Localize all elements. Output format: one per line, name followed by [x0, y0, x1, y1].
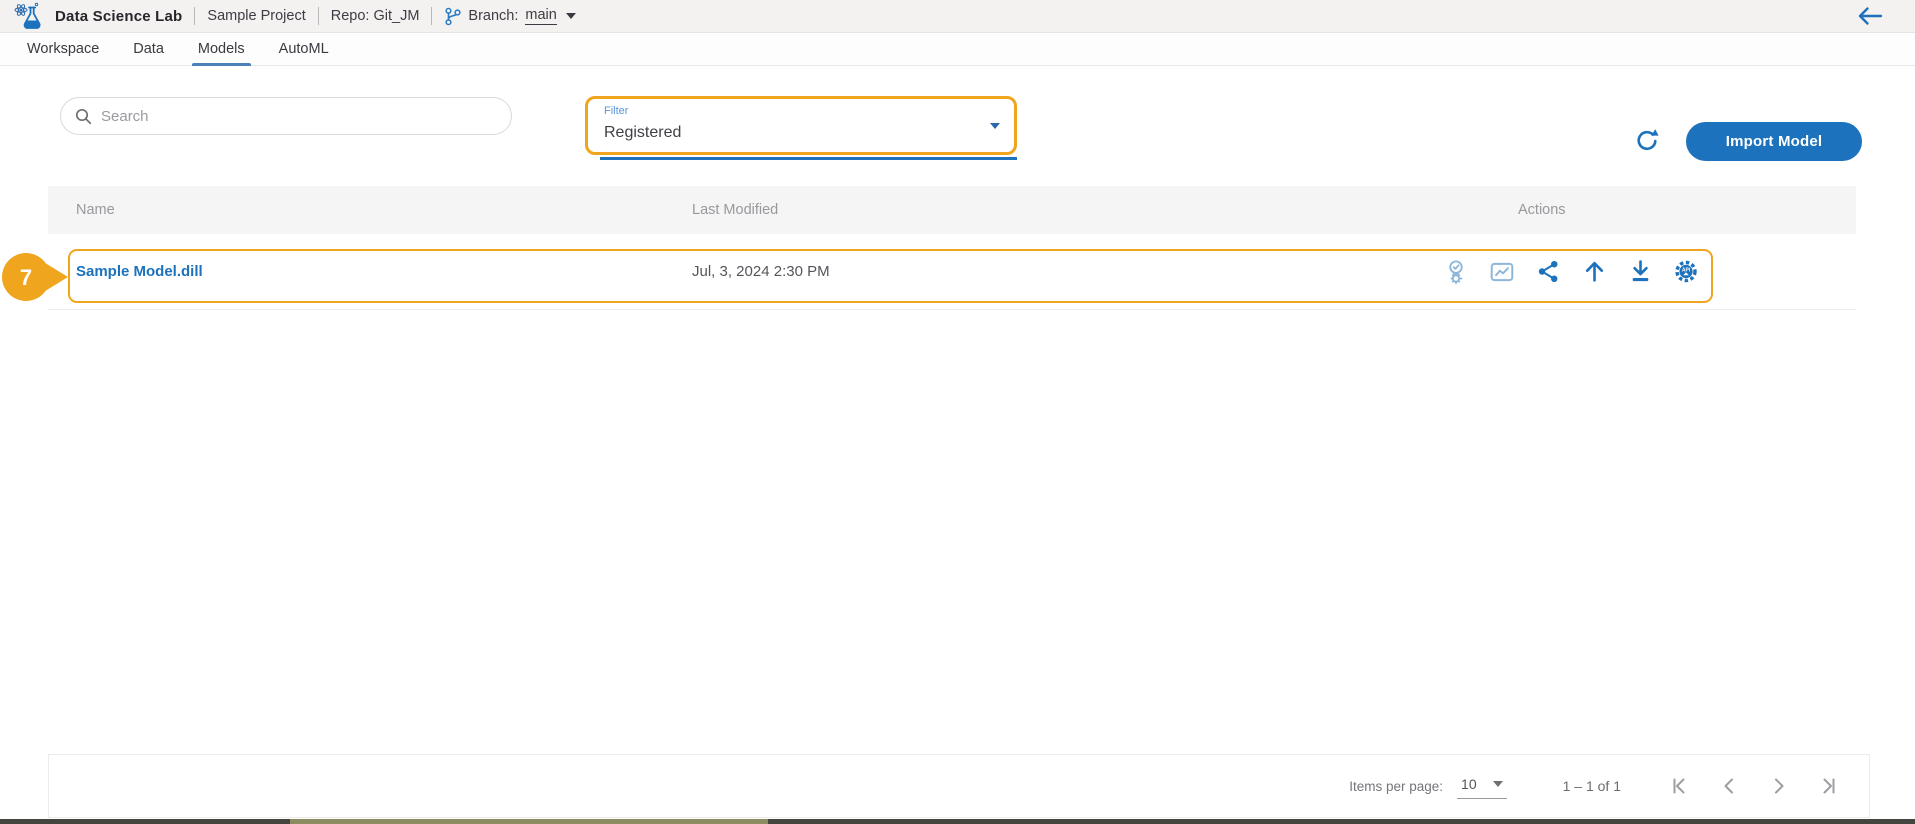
- search-box[interactable]: [60, 97, 512, 135]
- first-page-icon[interactable]: [1667, 774, 1691, 798]
- previous-page-icon[interactable]: [1717, 774, 1741, 798]
- main-tab-bar: Workspace Data Models AutoML: [0, 33, 1915, 66]
- chevron-down-icon: [565, 13, 576, 19]
- branch-selector[interactable]: Branch: main: [444, 7, 576, 26]
- table-header-row: Name Last Modified Actions: [48, 186, 1856, 234]
- tab-workspace[interactable]: Workspace: [27, 33, 99, 66]
- search-input[interactable]: [101, 107, 497, 125]
- tab-models[interactable]: Models: [191, 33, 251, 66]
- last-page-icon[interactable]: [1817, 774, 1841, 798]
- next-page-icon[interactable]: [1767, 774, 1791, 798]
- filter-dropdown[interactable]: Filter Registered: [585, 96, 1017, 155]
- flask-atom-logo-icon: [13, 1, 43, 31]
- app-title: Data Science Lab: [55, 7, 183, 25]
- items-per-page-select[interactable]: 10: [1457, 774, 1507, 799]
- model-insights-icon[interactable]: [1443, 259, 1469, 285]
- header-divider: [317, 7, 319, 25]
- column-header-name: Name: [76, 202, 115, 218]
- branch-prefix-label: Branch:: [468, 8, 519, 24]
- app-window: Data Science Lab Sample Project Repo: Gi…: [0, 0, 1915, 824]
- search-icon: [75, 108, 92, 125]
- chevron-down-icon: [1492, 780, 1503, 787]
- share-icon[interactable]: [1535, 259, 1561, 285]
- svg-text:API: API: [1682, 268, 1691, 274]
- publish-up-arrow-icon[interactable]: [1581, 259, 1607, 285]
- column-header-actions: Actions: [1518, 202, 1566, 218]
- table-row: Sample Model.dill Jul, 3, 2024 2:30 PM A…: [48, 234, 1856, 310]
- step-number: 7: [20, 265, 32, 290]
- screen-bottom-edge-accent: [290, 819, 768, 824]
- paginator-nav: [1667, 774, 1841, 798]
- repo-label: Repo: Git_JM: [330, 8, 420, 24]
- header-divider: [194, 7, 196, 25]
- filter-selected-value: Registered: [604, 124, 682, 141]
- column-header-last-modified: Last Modified: [692, 202, 779, 218]
- top-header-bar: Data Science Lab Sample Project Repo: Gi…: [0, 0, 1915, 33]
- filter-field-label: Filter: [604, 105, 629, 117]
- row-actions: API: [1443, 234, 1699, 309]
- last-modified-value: Jul, 3, 2024 2:30 PM: [692, 263, 830, 280]
- refresh-icon[interactable]: [1634, 127, 1660, 153]
- tab-data[interactable]: Data: [133, 33, 164, 66]
- branch-name: main: [525, 7, 557, 25]
- paginator-bar: Items per page: 10 1 – 1 of 1: [48, 754, 1870, 818]
- model-name-link[interactable]: Sample Model.dill: [76, 234, 203, 309]
- chevron-down-icon: [990, 123, 1000, 129]
- page-range-label: 1 – 1 of 1: [1562, 778, 1621, 794]
- git-branch-icon: [444, 7, 462, 26]
- items-per-page-value: 10: [1461, 775, 1477, 792]
- metrics-chart-icon[interactable]: [1489, 259, 1515, 285]
- import-model-button[interactable]: Import Model: [1686, 122, 1862, 161]
- project-name: Sample Project: [207, 8, 306, 24]
- header-divider: [431, 7, 433, 25]
- download-icon[interactable]: [1627, 259, 1653, 285]
- screen-bottom-edge: [0, 819, 1915, 824]
- back-arrow-icon[interactable]: [1857, 6, 1883, 26]
- filter-focus-underline: [600, 157, 1017, 160]
- items-per-page-label: Items per page:: [1349, 778, 1444, 794]
- deploy-api-icon[interactable]: API: [1673, 259, 1699, 285]
- tab-automl[interactable]: AutoML: [279, 33, 329, 66]
